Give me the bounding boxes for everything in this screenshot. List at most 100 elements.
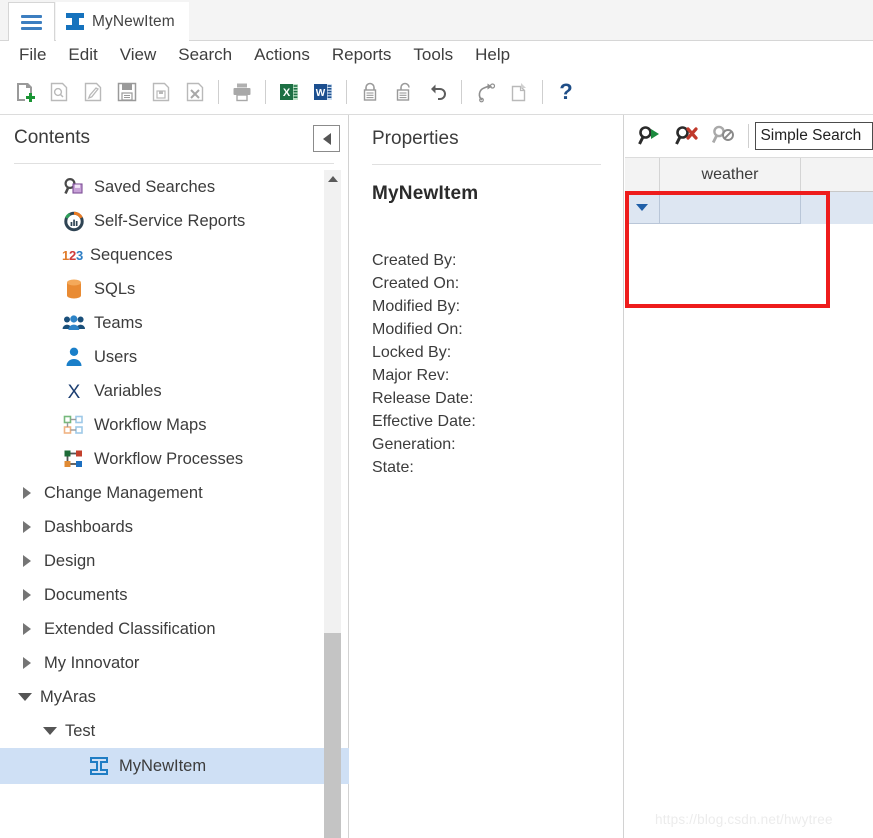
property-state: State:	[372, 459, 414, 476]
chevron-down-icon[interactable]	[41, 722, 59, 740]
copy-button[interactable]	[502, 75, 536, 109]
chevron-right-icon[interactable]	[18, 552, 36, 570]
help-button[interactable]: ?	[549, 75, 583, 109]
new-item-icon	[17, 82, 35, 102]
tree-item-label: MyNewItem	[119, 756, 207, 775]
search-mode-select[interactable]: Simple Search	[755, 122, 873, 150]
chevron-right-icon[interactable]	[18, 654, 36, 672]
menu-actions[interactable]: Actions	[243, 42, 321, 68]
export-word-button[interactable]: W	[306, 75, 340, 109]
tree-item-dashboards[interactable]: Dashboards	[0, 510, 349, 544]
delete-item-button[interactable]	[178, 75, 212, 109]
menu-reports[interactable]: Reports	[321, 42, 403, 68]
help-icon: ?	[559, 80, 572, 104]
workflow-maps-icon	[62, 414, 86, 436]
search-item-icon	[50, 82, 68, 101]
svg-text:X: X	[68, 382, 81, 402]
search-item-button[interactable]	[42, 75, 76, 109]
saved-searches-icon	[62, 176, 86, 198]
collapse-contents-button[interactable]	[313, 125, 340, 152]
tree-item-label: My Innovator	[44, 653, 140, 672]
tree-item-self-service-reports[interactable]: Self-Service Reports	[0, 204, 349, 238]
tree-item-extended-classification[interactable]: Extended Classification	[0, 612, 349, 646]
tree-item-label: Variables	[94, 381, 162, 400]
menu-edit[interactable]: Edit	[57, 42, 108, 68]
undo-button[interactable]	[421, 75, 455, 109]
tree-item-saved-searches[interactable]: Saved Searches	[0, 170, 349, 204]
search-grid-panel: Simple Search weather	[625, 115, 873, 838]
print-icon	[233, 83, 251, 101]
chevron-right-icon[interactable]	[18, 484, 36, 502]
no-search-button[interactable]	[705, 119, 742, 153]
properties-title: Properties	[372, 128, 459, 149]
scrollbar-thumb[interactable]	[324, 633, 341, 838]
tree-item-users[interactable]: Users	[0, 340, 349, 374]
property-major-rev: Major Rev:	[372, 367, 450, 384]
scroll-up-button[interactable]	[324, 170, 341, 187]
svg-text:X: X	[283, 87, 291, 99]
tree-item-label: Change Management	[44, 483, 203, 502]
tree-item-test[interactable]: Test	[0, 714, 349, 748]
save-item-button[interactable]	[144, 75, 178, 109]
redo-icon	[478, 82, 496, 102]
menu-search[interactable]: Search	[167, 42, 243, 68]
tree-item-label: Extended Classification	[44, 619, 216, 638]
self-service-reports-icon	[62, 210, 86, 232]
tab-label: MyNewItem	[92, 12, 175, 30]
edit-item-button[interactable]	[76, 75, 110, 109]
delete-item-icon	[186, 82, 204, 101]
save-button[interactable]	[110, 75, 144, 109]
tree-item-workflow-maps[interactable]: Workflow Maps	[0, 408, 349, 442]
tree-item-label: Design	[44, 551, 96, 570]
row-expander-button[interactable]	[625, 192, 660, 224]
clear-search-icon	[674, 126, 698, 145]
main-menu-button[interactable]	[8, 2, 55, 41]
tree-item-design[interactable]: Design	[0, 544, 349, 578]
property-modified-by: Modified By:	[372, 298, 461, 315]
new-item-button[interactable]	[8, 75, 42, 109]
redo-button[interactable]	[468, 75, 502, 109]
copy-icon	[511, 82, 526, 101]
menu-view[interactable]: View	[109, 42, 168, 68]
tree-item-my-innovator[interactable]: My Innovator	[0, 646, 349, 680]
edit-item-icon	[84, 82, 102, 101]
search-toolbar-divider	[748, 124, 750, 148]
chevron-right-icon[interactable]	[18, 620, 36, 638]
tree-item-sqls[interactable]: SQLs	[0, 272, 349, 306]
chevron-down-icon[interactable]	[16, 688, 34, 706]
menu-help[interactable]: Help	[464, 42, 521, 68]
unlock-icon	[396, 82, 410, 101]
grid-cell-weather[interactable]	[660, 192, 801, 224]
property-modified-on: Modified On:	[372, 321, 463, 338]
tree-item-mynewitem[interactable]: MyNewItem	[0, 748, 349, 784]
lock-button[interactable]	[353, 75, 387, 109]
tree-item-workflow-processes[interactable]: Workflow Processes	[0, 442, 349, 476]
tree-item-variables[interactable]: X Variables	[0, 374, 349, 408]
export-excel-button[interactable]: X	[272, 75, 306, 109]
unlock-button[interactable]	[387, 75, 421, 109]
tree-item-sequences[interactable]: 1 2 3 Sequences	[0, 238, 349, 272]
tab-mynewitem[interactable]: MyNewItem	[56, 2, 189, 41]
chevron-right-icon[interactable]	[18, 586, 36, 604]
no-search-icon	[711, 125, 734, 144]
tree-item-label: Sequences	[90, 245, 173, 264]
users-icon	[62, 346, 86, 368]
tree-item-myaras[interactable]: MyAras	[0, 680, 349, 714]
contents-panel: Contents Saved Searches Self-Service Rep…	[0, 115, 349, 838]
chevron-right-icon[interactable]	[18, 518, 36, 536]
tree-item-documents[interactable]: Documents	[0, 578, 349, 612]
svg-text:W: W	[316, 88, 326, 99]
contents-scrollbar[interactable]	[324, 170, 341, 838]
export-excel-icon: X	[280, 83, 298, 100]
clear-search-button[interactable]	[668, 119, 705, 153]
tree-item-teams[interactable]: Teams	[0, 306, 349, 340]
contents-title: Contents	[14, 127, 91, 148]
menu-tools[interactable]: Tools	[402, 42, 464, 68]
table-row[interactable]	[625, 192, 873, 224]
print-button[interactable]	[225, 75, 259, 109]
item-type-icon	[66, 13, 84, 30]
grid-column-header-weather[interactable]: weather	[660, 158, 801, 191]
run-search-button[interactable]	[631, 119, 668, 153]
menu-file[interactable]: File	[8, 42, 57, 68]
tree-item-change-management[interactable]: Change Management	[0, 476, 349, 510]
